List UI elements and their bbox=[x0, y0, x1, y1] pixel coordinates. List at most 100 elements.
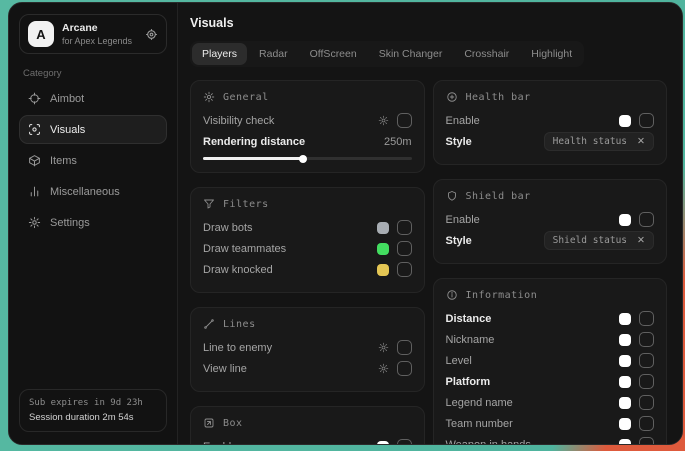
setting-controls: 250m bbox=[384, 136, 412, 148]
row-settings-button[interactable] bbox=[378, 115, 389, 126]
checkbox[interactable] bbox=[639, 395, 654, 410]
setting-controls bbox=[619, 332, 654, 347]
color-swatch[interactable] bbox=[377, 264, 389, 276]
sidebar-item-label: Visuals bbox=[50, 124, 85, 136]
close-icon[interactable]: ✕ bbox=[637, 236, 645, 246]
checkbox[interactable] bbox=[397, 220, 412, 235]
setting-row: Enable bbox=[446, 110, 655, 131]
checkbox[interactable] bbox=[639, 374, 654, 389]
right-column: Health bar Enable Style Health status✕ Shiel… bbox=[433, 80, 668, 444]
color-swatch[interactable] bbox=[619, 397, 631, 409]
checkbox[interactable] bbox=[639, 332, 654, 347]
rendering-distance-slider[interactable] bbox=[203, 157, 412, 160]
row-settings-button[interactable] bbox=[378, 363, 389, 374]
sidebar-item-visuals[interactable]: Visuals bbox=[19, 115, 167, 144]
setting-row: Distance bbox=[446, 308, 655, 329]
tab-players[interactable]: Players bbox=[192, 43, 247, 65]
setting-controls bbox=[619, 212, 654, 227]
sub-expires-text: Sub expires in 9d 23h bbox=[29, 398, 157, 408]
checkbox[interactable] bbox=[397, 241, 412, 256]
setting-label: Distance bbox=[446, 313, 492, 325]
target-icon[interactable] bbox=[145, 28, 158, 41]
card-header: Filters bbox=[203, 198, 412, 210]
setting-controls bbox=[377, 241, 412, 256]
setting-row: Visibility check bbox=[203, 110, 412, 131]
color-swatch[interactable] bbox=[619, 115, 631, 127]
color-swatch[interactable] bbox=[619, 334, 631, 346]
app-name: Arcane bbox=[62, 22, 132, 34]
gear-icon bbox=[378, 363, 389, 374]
row-settings-button[interactable] bbox=[378, 342, 389, 353]
setting-label: View line bbox=[203, 363, 247, 375]
setting-controls bbox=[377, 262, 412, 277]
checkbox[interactable] bbox=[397, 361, 412, 376]
color-swatch[interactable] bbox=[619, 439, 631, 445]
setting-controls bbox=[378, 113, 412, 128]
app-logo: A bbox=[28, 21, 54, 47]
sidebar: A Arcane for Apex Legends Category Aimbo… bbox=[9, 3, 178, 444]
setting-value: 250m bbox=[384, 136, 412, 148]
checkbox[interactable] bbox=[397, 262, 412, 277]
color-swatch[interactable] bbox=[377, 243, 389, 255]
setting-controls bbox=[619, 416, 654, 431]
checkbox[interactable] bbox=[639, 212, 654, 227]
slider-thumb[interactable] bbox=[299, 155, 307, 163]
setting-label: Nickname bbox=[446, 334, 495, 346]
checkbox[interactable] bbox=[639, 437, 654, 444]
setting-row: StyleShield status✕ bbox=[446, 230, 655, 251]
slider-fill bbox=[203, 157, 303, 160]
checkbox[interactable] bbox=[397, 439, 412, 444]
sidebar-item-items[interactable]: Items bbox=[19, 146, 167, 175]
checkbox[interactable] bbox=[639, 353, 654, 368]
checkbox[interactable] bbox=[397, 340, 412, 355]
funnel-icon bbox=[203, 198, 215, 210]
setting-row: Style Health status✕ bbox=[446, 131, 655, 152]
setting-label: Line to enemy bbox=[203, 342, 272, 354]
style-select-value: Shield status bbox=[553, 235, 627, 246]
setting-controls: Health status✕ bbox=[544, 132, 654, 151]
bars-icon bbox=[28, 185, 41, 198]
box-icon bbox=[203, 417, 215, 429]
style-select[interactable]: Shield status ✕ bbox=[544, 231, 654, 250]
card-header: Health bar bbox=[446, 91, 655, 103]
color-swatch[interactable] bbox=[619, 313, 631, 325]
setting-label: Legend name bbox=[446, 397, 513, 409]
app-window: A Arcane for Apex Legends Category Aimbo… bbox=[8, 2, 683, 445]
tab-offscreen[interactable]: OffScreen bbox=[300, 43, 367, 65]
sidebar-item-settings[interactable]: Settings bbox=[19, 208, 167, 237]
setting-controls bbox=[377, 220, 412, 235]
color-swatch[interactable] bbox=[619, 214, 631, 226]
gear-icon bbox=[378, 342, 389, 353]
setting-row: Platform bbox=[446, 371, 655, 392]
scan-eye-icon bbox=[28, 123, 41, 136]
setting-label: Weapon in hands bbox=[446, 439, 531, 445]
checkbox[interactable] bbox=[639, 311, 654, 326]
tab-skin-changer[interactable]: Skin Changer bbox=[369, 43, 453, 65]
sidebar-nav: Aimbot Visuals ItemsMiscellaneousSettings bbox=[19, 84, 167, 237]
sidebar-item-aimbot[interactable]: Aimbot bbox=[19, 84, 167, 113]
color-swatch[interactable] bbox=[619, 376, 631, 388]
setting-controls: Shield status ✕ bbox=[544, 231, 654, 250]
checkbox[interactable] bbox=[397, 113, 412, 128]
color-swatch[interactable] bbox=[619, 355, 631, 367]
style-select[interactable]: Health status✕ bbox=[544, 132, 654, 151]
tab-radar[interactable]: Radar bbox=[249, 43, 298, 65]
checkbox[interactable] bbox=[639, 113, 654, 128]
checkbox[interactable] bbox=[639, 416, 654, 431]
setting-controls bbox=[619, 353, 654, 368]
setting-controls bbox=[619, 395, 654, 410]
setting-label: Style bbox=[446, 136, 472, 148]
setting-label: Draw bots bbox=[203, 222, 253, 234]
color-swatch[interactable] bbox=[377, 441, 389, 445]
gear-icon bbox=[378, 115, 389, 126]
color-swatch[interactable] bbox=[619, 418, 631, 430]
color-swatch[interactable] bbox=[377, 222, 389, 234]
line-icon bbox=[203, 318, 215, 330]
tab-highlight[interactable]: Highlight bbox=[521, 43, 582, 65]
sidebar-item-miscellaneous[interactable]: Miscellaneous bbox=[19, 177, 167, 206]
setting-row: Nickname bbox=[446, 329, 655, 350]
close-icon[interactable]: ✕ bbox=[637, 137, 645, 147]
setting-row: View line bbox=[203, 358, 412, 379]
tab-crosshair[interactable]: Crosshair bbox=[454, 43, 519, 65]
setting-label: Platform bbox=[446, 376, 491, 388]
